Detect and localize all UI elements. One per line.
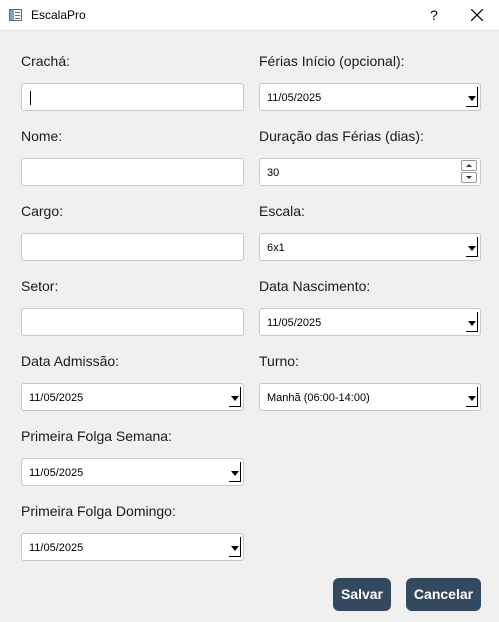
nome-label: Nome: [21, 128, 63, 144]
primeira-folga-domingo-label: Primeira Folga Domingo: [21, 503, 176, 519]
turno-select[interactable]: Manhã (06:00-14:00) [259, 383, 481, 411]
primeira-folga-domingo-date-picker[interactable]: 11/05/2025 [21, 533, 244, 561]
turno-label: Turno: [259, 353, 299, 369]
cracha-input[interactable] [21, 83, 244, 111]
cargo-label: Cargo: [21, 203, 64, 219]
primeira-folga-semana-label: Primeira Folga Semana: [21, 428, 172, 444]
nome-input[interactable] [21, 158, 244, 186]
escala-label: Escala: [259, 203, 305, 219]
turno-value: Manhã (06:00-14:00) [267, 392, 370, 404]
primeira-folga-domingo-value: 11/05/2025 [29, 542, 84, 554]
data-admissao-date-picker[interactable]: 11/05/2025 [21, 383, 244, 411]
duracao-ferias-label: Duração das Férias (dias): [259, 128, 424, 144]
chevron-down-icon[interactable] [465, 387, 478, 407]
chevron-down-icon[interactable] [228, 387, 241, 407]
primeira-folga-semana-value: 11/05/2025 [29, 467, 84, 479]
text-caret [30, 91, 31, 105]
chevron-down-icon[interactable] [228, 537, 241, 557]
cracha-label: Crachá: [21, 53, 71, 69]
chevron-down-icon[interactable] [465, 87, 478, 107]
data-admissao-value: 11/05/2025 [29, 392, 84, 404]
close-icon [471, 9, 483, 21]
chevron-down-icon[interactable] [228, 462, 241, 482]
spin-up-icon[interactable] [461, 160, 477, 171]
chevron-down-icon[interactable] [465, 312, 478, 332]
primeira-folga-semana-date-picker[interactable]: 11/05/2025 [21, 458, 244, 486]
data-nascimento-label: Data Nascimento: [259, 278, 371, 294]
data-admissao-label: Data Admissão: [21, 353, 120, 369]
data-nascimento-date-picker[interactable]: 11/05/2025 [259, 308, 481, 336]
duracao-ferias-spinbox[interactable]: 30 [259, 158, 481, 186]
ferias-inicio-date-picker[interactable]: 11/05/2025 [259, 83, 481, 111]
app-window-icon [9, 9, 22, 21]
title-bar: EscalaPro ? [0, 0, 499, 31]
close-button[interactable] [462, 2, 492, 28]
help-button[interactable]: ? [422, 4, 446, 26]
window-title: EscalaPro [31, 8, 86, 22]
ferias-inicio-value: 11/05/2025 [267, 92, 322, 104]
data-nascimento-value: 11/05/2025 [267, 317, 322, 329]
escala-select[interactable]: 6x1 [259, 233, 481, 261]
ferias-inicio-label: Férias Início (opcional): [259, 53, 405, 69]
spin-buttons [457, 160, 479, 184]
cancel-button[interactable]: Cancelar [406, 578, 481, 611]
spin-down-icon[interactable] [461, 172, 477, 183]
cargo-input[interactable] [21, 233, 244, 261]
save-button[interactable]: Salvar [333, 578, 391, 611]
escala-value: 6x1 [267, 242, 285, 254]
chevron-down-icon[interactable] [465, 237, 478, 257]
duracao-ferias-value: 30 [267, 167, 280, 179]
setor-label: Setor: [21, 278, 59, 294]
setor-input[interactable] [21, 308, 244, 336]
